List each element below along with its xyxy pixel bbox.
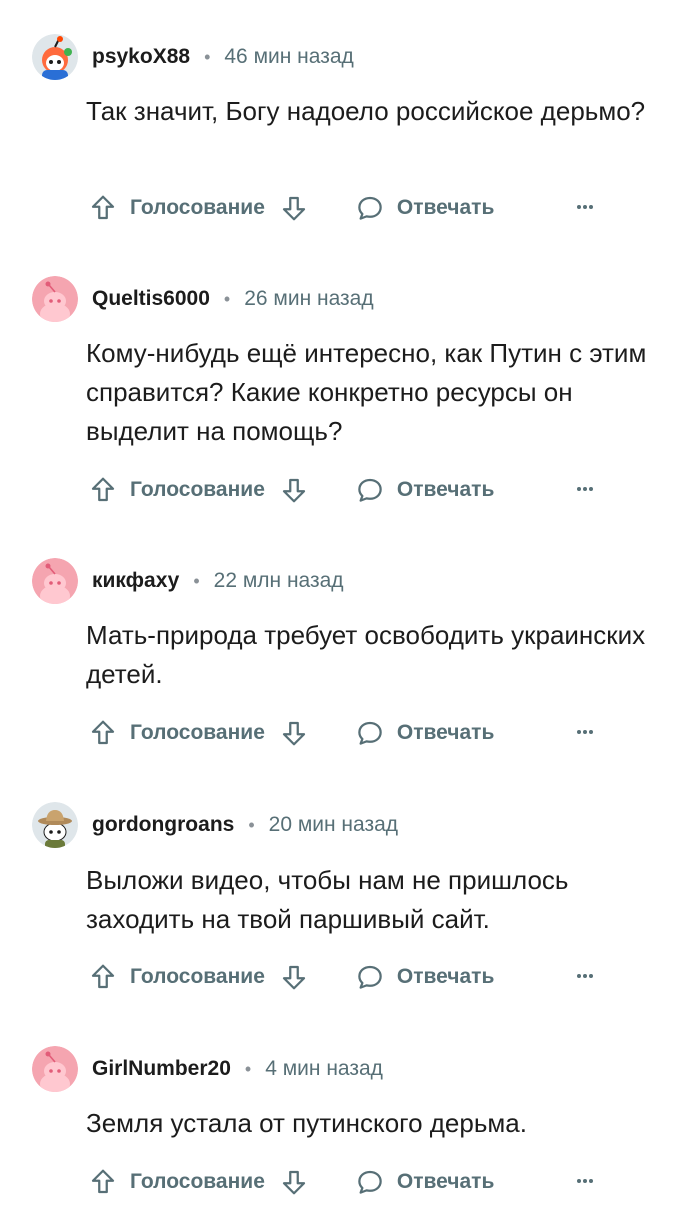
arrow-down-icon: [282, 965, 305, 990]
speech-bubble-icon: [358, 196, 382, 220]
timestamp: 4 мин назад: [265, 1057, 383, 1080]
vote-label: Голосование: [130, 196, 265, 219]
username[interactable]: psykoX88: [92, 45, 190, 69]
reply-button[interactable]: Отвечать: [355, 475, 494, 505]
vote-label: Голосование: [130, 478, 265, 501]
separator-dot: •: [193, 570, 200, 591]
speech-bubble-icon: [358, 1170, 382, 1194]
snoo-cowboy-hat-avatar-icon: [32, 802, 78, 848]
comment-text: Так значит, Богу надоело российское дерь…: [86, 96, 646, 126]
arrow-up-icon: [91, 964, 115, 989]
speech-bubble-icon: [358, 965, 382, 989]
arrow-down-icon: [282, 196, 305, 221]
separator-dot: •: [223, 288, 231, 309]
default-pink-snoo-avatar-icon: [32, 276, 78, 322]
user-avatar[interactable]: [32, 1046, 78, 1092]
downvote-button[interactable]: [279, 962, 309, 992]
user-avatar[interactable]: [32, 558, 78, 604]
speech-bubble-icon: [358, 721, 382, 745]
more-options-icon[interactable]: [574, 196, 596, 223]
separator-dot: •: [204, 46, 211, 67]
arrow-up-icon: [91, 1169, 115, 1194]
vote-label: Голосование: [130, 965, 265, 988]
separator-dot: •: [244, 1058, 252, 1079]
username[interactable]: gordongroans: [92, 813, 234, 837]
downvote-button[interactable]: [279, 193, 309, 223]
more-options-icon[interactable]: [574, 478, 596, 505]
more-options-icon[interactable]: [574, 721, 596, 748]
default-pink-snoo-avatar-icon: [32, 558, 78, 604]
reply-label: Отвечать: [396, 478, 495, 501]
comment-text: Выложи видео, чтобы нам не пришлось захо…: [86, 865, 569, 934]
reply-button[interactable]: Отвечать: [355, 718, 494, 748]
user-avatar[interactable]: [32, 34, 78, 80]
arrow-up-icon: [91, 720, 115, 745]
timestamp: 46 мин назад: [224, 45, 354, 68]
arrow-down-icon: [282, 1170, 305, 1195]
reply-label: Отвечать: [396, 721, 495, 744]
speech-bubble-icon: [358, 478, 382, 502]
downvote-button[interactable]: [279, 1167, 309, 1197]
more-options-icon[interactable]: [574, 965, 596, 992]
comment-text: Кому-нибудь ещё интересно, как Путин с э…: [86, 338, 647, 446]
upvote-button[interactable]: Голосование: [88, 475, 279, 505]
reply-button[interactable]: Отвечать: [355, 1167, 494, 1197]
snoo-redhead-avatar-icon: [32, 34, 78, 80]
user-avatar[interactable]: [32, 802, 78, 848]
timestamp: 20 мин назад: [268, 813, 399, 836]
upvote-button[interactable]: Голосование: [88, 962, 279, 992]
reply-label: Отвечать: [396, 965, 495, 988]
more-options-icon[interactable]: [574, 1170, 596, 1197]
reply-button[interactable]: Отвечать: [355, 962, 494, 992]
arrow-up-icon: [91, 195, 115, 220]
reply-label: Отвечать: [396, 196, 495, 219]
arrow-down-icon: [282, 721, 305, 746]
timestamp: 26 мин назад: [244, 287, 374, 310]
upvote-button[interactable]: Голосование: [88, 718, 279, 748]
downvote-button[interactable]: [279, 718, 309, 748]
arrow-down-icon: [282, 478, 305, 503]
upvote-button[interactable]: Голосование: [88, 1167, 279, 1197]
user-avatar[interactable]: [32, 276, 78, 322]
vote-label: Голосование: [130, 721, 265, 744]
reply-button[interactable]: Отвечать: [355, 193, 494, 223]
upvote-button[interactable]: Голосование: [88, 193, 279, 223]
comment-text: Мать-природа требует освободить украинск…: [86, 620, 646, 689]
default-pink-snoo-avatar-icon: [32, 1046, 78, 1092]
vote-label: Голосование: [130, 1170, 265, 1193]
username[interactable]: GirlNumber20: [92, 1057, 231, 1081]
username[interactable]: Queltis6000: [92, 287, 210, 311]
timestamp: 22 млн назад: [213, 569, 344, 592]
username[interactable]: кикфаху: [92, 569, 179, 593]
separator-dot: •: [248, 814, 255, 835]
downvote-button[interactable]: [279, 475, 309, 505]
reply-label: Отвечать: [396, 1170, 495, 1193]
comment-text: Земля устала от путинского дерьма.: [86, 1108, 527, 1138]
arrow-up-icon: [91, 477, 115, 502]
